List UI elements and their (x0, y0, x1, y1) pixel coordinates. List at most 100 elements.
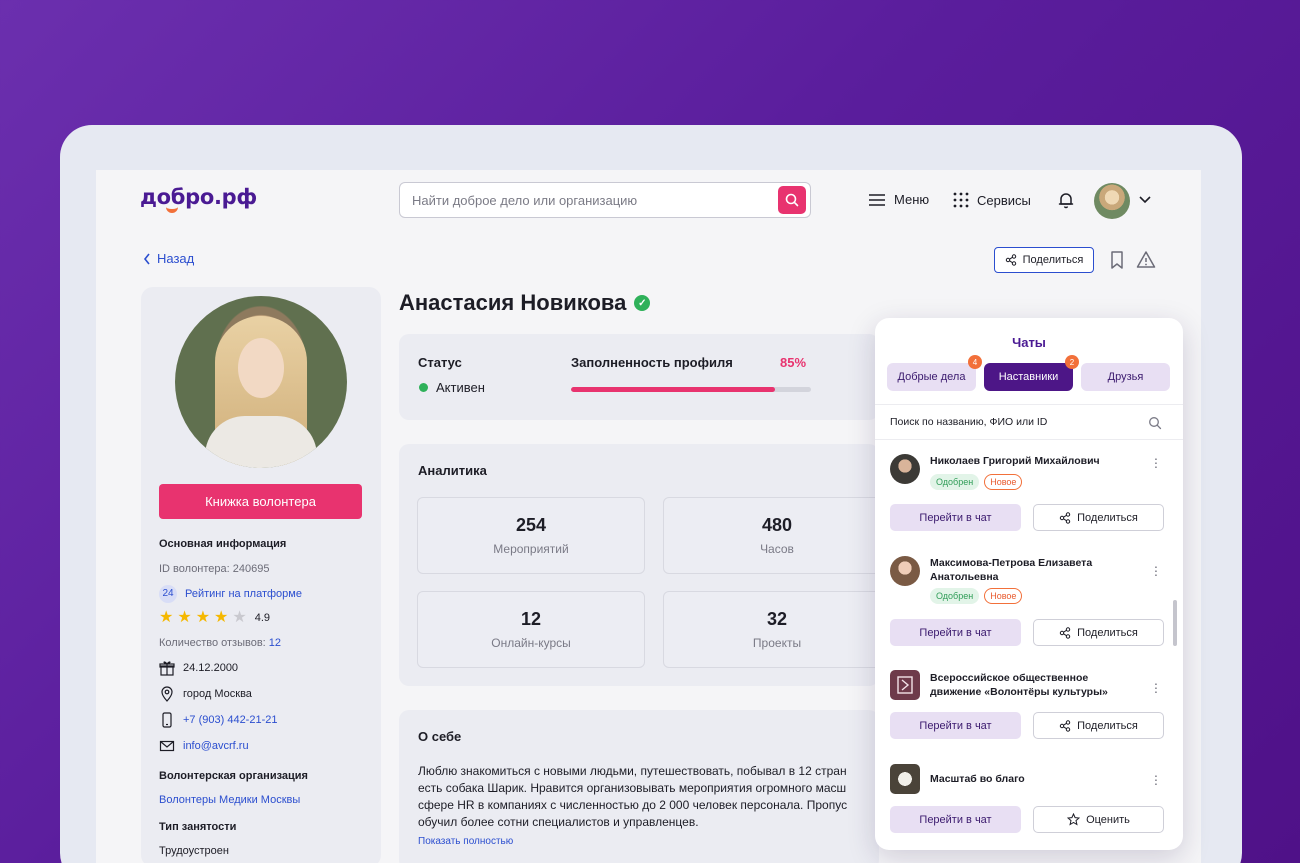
about-line: Люблю знакомиться с новыми людьми, путеш… (418, 764, 847, 778)
org-logo-icon (890, 670, 920, 700)
stat-label: Проекты (752, 636, 802, 650)
profile-fill-percent: 85% (780, 355, 807, 370)
location-pin-icon (161, 686, 173, 702)
more-vertical-icon[interactable]: · · · (1153, 768, 1159, 790)
star-empty-icon: ★ (232, 609, 247, 626)
more-vertical-icon[interactable]: · · · (1153, 559, 1159, 581)
stars-row: ★ ★ ★ ★ ★ 4.9 (159, 610, 270, 626)
about-line: обучил более сотни специалистов и управл… (418, 815, 699, 829)
rate-label: Оценить (1086, 813, 1130, 826)
stat-number: 12 (520, 609, 542, 629)
chats-panel: Чаты Добрые дела 4 Наставники 2 Друзья Н… (875, 318, 1183, 850)
status-dot (419, 383, 428, 392)
tab-good-deeds[interactable]: Добрые дела 4 (887, 355, 982, 391)
status-card (399, 334, 879, 420)
verified-check-icon: ✓ (634, 295, 651, 311)
status-title: Статус (418, 355, 462, 370)
chevron-down-icon[interactable] (1138, 195, 1152, 205)
org-link[interactable]: Волонтеры Медики Москвы (159, 794, 300, 806)
chat-tags: Одобрен Новое (930, 588, 1023, 604)
search-icon (785, 193, 799, 207)
new-tag: Новое (984, 474, 1023, 490)
stat-courses: 12 Онлайн-курсы (417, 591, 645, 668)
search-button[interactable] (778, 186, 806, 214)
city: город Москва (183, 688, 252, 700)
gift-icon (159, 661, 175, 676)
rating-row[interactable]: 24 Рейтинг на платформе (159, 585, 302, 603)
birthdate: 24.12.2000 (183, 662, 239, 674)
chats-title: Чаты (1012, 335, 1046, 350)
more-vertical-icon[interactable]: · · · (1153, 451, 1159, 473)
status-value: Активен (436, 380, 485, 395)
chat-avatar (890, 454, 920, 484)
search-icon[interactable] (1148, 416, 1162, 430)
stat-number: 254 (515, 515, 547, 535)
email-link[interactable]: info@avcrf.ru (183, 740, 249, 752)
about-line: сфере HR в компаниях с численностью до 2… (418, 798, 848, 812)
tab-mentors[interactable]: Наставники 2 (984, 355, 1079, 391)
chat-name: Всероссийское общественное движение «Вол… (930, 672, 1108, 698)
bookmark-icon[interactable] (1107, 250, 1127, 270)
show-more-link[interactable]: Показать полностью (418, 836, 513, 847)
go-to-chat-button[interactable]: Перейти в чат (890, 619, 1021, 646)
volunteer-book-button[interactable]: Книжка волонтера (159, 484, 362, 519)
services-button[interactable]: Сервисы (953, 192, 1031, 208)
approved-tag: Одобрен (930, 588, 980, 604)
tab-friends[interactable]: Друзья (1081, 363, 1170, 391)
mail-icon (159, 740, 175, 752)
new-tag: Новое (984, 588, 1023, 604)
about-line: есть собака Шарик. Нравится организовыва… (418, 781, 847, 795)
profile-name: Анастасия Новикова (399, 290, 627, 315)
more-vertical-icon[interactable]: · · · (1153, 676, 1159, 698)
chat-tags: Одобрен Новое (930, 474, 1023, 490)
share-button[interactable]: Поделиться (994, 247, 1094, 273)
phone-link[interactable]: +7 (903) 442-21-21 (183, 714, 277, 726)
rate-button[interactable]: Оценить (1033, 806, 1164, 833)
stat-label: Мероприятий (493, 542, 569, 556)
stat-number: 32 (766, 609, 788, 629)
reviews-count[interactable]: 12 (269, 637, 281, 649)
stat-number: 480 (761, 515, 793, 535)
bell-icon[interactable] (1057, 191, 1075, 209)
chevron-left-icon (143, 253, 150, 264)
employment-value: Трудоустроен (159, 845, 229, 857)
site-logo[interactable]: добро.рф (140, 185, 257, 209)
share-chat-label: Поделиться (1077, 719, 1138, 732)
user-avatar[interactable] (1094, 183, 1130, 219)
share-icon (1059, 511, 1071, 524)
services-label: Сервисы (977, 192, 1031, 208)
share-chat-button[interactable]: Поделиться (1033, 619, 1164, 646)
profile-name-row: Анастасия Новикова ✓ (399, 290, 651, 316)
rating-value: 4.9 (254, 612, 271, 624)
search-bar (399, 182, 811, 218)
star-filled-icon: ★ (195, 609, 211, 626)
share-label: Поделиться (1022, 254, 1084, 266)
go-to-chat-button[interactable]: Перейти в чат (890, 504, 1021, 531)
chat-scrollbar[interactable] (1173, 600, 1177, 646)
chat-search-input[interactable] (875, 405, 1135, 439)
profile-fill-bar (571, 387, 775, 392)
about-title: О себе (418, 729, 462, 744)
profile-fill-title: Заполненность профиля (571, 355, 733, 370)
tab-label: Друзья (1107, 371, 1144, 383)
org-title: Волонтерская организация (159, 770, 308, 782)
birthdate-row: 24.12.2000 (159, 660, 238, 676)
go-to-chat-button[interactable]: Перейти в чат (890, 712, 1021, 739)
reviews-row: Количество отзывов: 12 (159, 637, 281, 649)
star-filled-icon: ★ (159, 609, 174, 626)
share-chat-button[interactable]: Поделиться (1033, 712, 1164, 739)
go-to-chat-button[interactable]: Перейти в чат (890, 806, 1021, 833)
share-chat-button[interactable]: Поделиться (1033, 504, 1164, 531)
back-link[interactable]: Назад (143, 251, 194, 266)
warning-icon[interactable] (1136, 250, 1156, 270)
rating-badge: 24 (159, 585, 177, 603)
search-input[interactable] (400, 183, 760, 217)
rating-link[interactable]: Рейтинг на платформе (185, 588, 302, 600)
about-text: Люблю знакомиться с новыми людьми, путеш… (418, 763, 878, 831)
star-filled-icon: ★ (214, 609, 229, 626)
email-row: info@avcrf.ru (159, 738, 249, 754)
employment-title: Тип занятости (159, 821, 237, 833)
menu-button[interactable]: Меню (868, 192, 929, 207)
stat-projects: 32 Проекты (663, 591, 891, 668)
menu-label: Меню (894, 192, 930, 207)
